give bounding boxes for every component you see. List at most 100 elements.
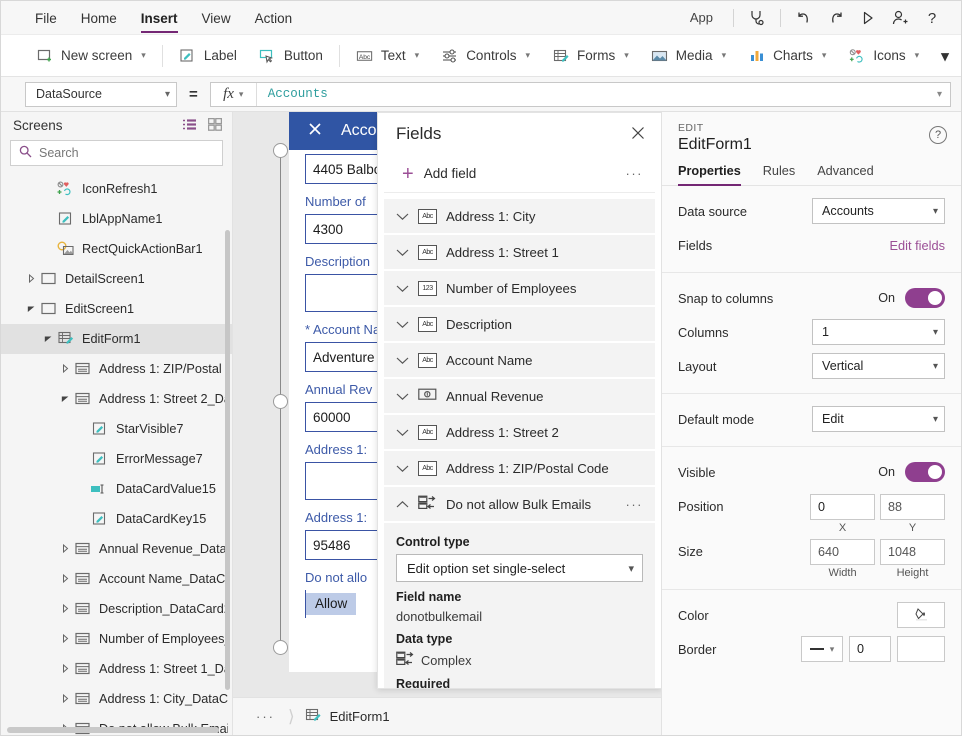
chevron-right-icon[interactable] [24,274,39,284]
tree-node[interactable]: EditScreen1 [1,294,232,324]
selection-handle-bottom[interactable] [273,640,288,655]
field-row[interactable]: Annual Revenue [384,379,655,414]
tree-node[interactable]: LblAppName1 [1,204,232,234]
tree-node[interactable]: DetailScreen1 [1,264,232,294]
border-color-swatch[interactable] [897,636,945,662]
tab-rules[interactable]: Rules [763,164,795,185]
chevron-down-icon[interactable] [24,304,39,313]
formula-expand-icon[interactable]: ▾ [937,89,950,100]
breadcrumb-overflow[interactable]: ··· [243,709,288,724]
add-field-button[interactable]: + Add field ··· [384,156,655,194]
stethoscope-icon[interactable] [742,4,772,32]
ribbon-controls[interactable]: Controls ▾ [430,41,541,71]
selection-handle-top[interactable] [273,143,288,158]
play-icon[interactable] [853,4,883,32]
position-y-input[interactable]: 88 [880,494,945,520]
border-width-input[interactable]: 0 [849,636,891,662]
ribbon-icons[interactable]: Icons ▾ [837,41,930,71]
chevron-right-icon[interactable] [58,364,73,374]
ribbon-media[interactable]: Media ▾ [640,41,737,71]
tree-node[interactable]: DataCardKey15 [1,504,232,534]
selection-handle-middle[interactable] [273,394,288,409]
chevron-up-icon[interactable] [396,497,409,512]
option-value[interactable]: Allow [306,593,357,615]
tree-node[interactable]: Address 1: City_DataCard2 [1,684,232,714]
chevron-down-icon[interactable] [396,209,409,224]
thumbnail-view-icon[interactable] [207,117,223,134]
chevron-down-icon[interactable] [396,353,409,368]
data-source-dropdown[interactable]: Accounts ▾ [812,198,945,224]
chevron-right-icon[interactable] [58,664,73,674]
position-x-input[interactable]: 0 [810,494,875,520]
tree-node[interactable]: Description_DataCard2 [1,594,232,624]
default-mode-dropdown[interactable]: Edit ▾ [812,406,945,432]
app-canvas[interactable]: Accou 4405 Balbo Number of 4300 Description… [233,112,661,735]
tree-node[interactable]: Address 1: Street 1_DataCar [1,654,232,684]
tree-node[interactable]: RectQuickActionBar1 [1,234,232,264]
tree-node[interactable]: IconRefresh1 [1,174,232,204]
field-row[interactable]: Abc Address 1: Street 2 [384,415,655,450]
size-width-input[interactable]: 640 [810,539,875,565]
chevron-right-icon[interactable] [58,604,73,614]
chevron-down-icon[interactable] [396,461,409,476]
tree-node[interactable]: Number of Employees_Data [1,624,232,654]
ribbon-new-screen[interactable]: New screen ▾ [25,41,157,71]
menu-item-home[interactable]: Home [71,5,127,31]
color-picker-button[interactable] [897,602,945,628]
field-row[interactable]: Abc Address 1: Street 1 [384,235,655,270]
chevron-right-icon[interactable] [58,544,73,554]
menu-item-insert[interactable]: Insert [131,5,188,33]
visible-toggle[interactable] [905,462,945,482]
tree-node-list[interactable]: IconRefresh1 LblAppName1 RectQuickActionBa… [1,172,232,735]
menu-item-action[interactable]: Action [245,5,303,31]
close-icon[interactable] [627,122,649,147]
help-icon[interactable]: ? [929,126,947,144]
fields-list[interactable]: Abc Address 1: City Abc Address 1: Street 1… [378,193,661,688]
ribbon-overflow[interactable]: ▾ [930,41,960,71]
formula-input-wrapper[interactable]: fx ▾ Accounts ▾ [209,81,951,107]
tab-properties[interactable]: Properties [678,164,741,186]
ribbon-forms[interactable]: Forms ▾ [541,41,640,71]
tree-node[interactable]: Account Name_DataCard2 [1,564,232,594]
chevron-right-icon[interactable] [58,574,73,584]
tree-view-icon[interactable] [182,118,197,134]
menu-item-view[interactable]: View [192,5,241,31]
field-row[interactable]: Abc Account Name [384,343,655,378]
redo-icon[interactable] [821,4,851,32]
add-user-icon[interactable] [885,4,915,32]
tree-node[interactable]: Address 1: Street 2_DataCar [1,384,232,414]
ribbon-button[interactable]: Button [248,41,334,71]
add-field-overflow-icon[interactable]: ··· [626,166,644,181]
chevron-down-icon[interactable] [396,389,409,404]
search-box[interactable] [10,139,223,166]
menu-item-file[interactable]: File [25,5,67,31]
chevron-down-icon[interactable] [396,245,409,260]
border-style-dropdown[interactable]: ▾ [801,636,843,662]
chevron-right-icon[interactable] [58,634,73,644]
snap-to-columns-toggle[interactable] [905,288,945,308]
fx-button[interactable]: fx ▾ [211,82,257,106]
field-row[interactable]: Abc Description [384,307,655,342]
field-row[interactable]: 123 Number of Employees [384,271,655,306]
tab-advanced[interactable]: Advanced [817,164,873,185]
tree-vertical-scrollbar[interactable] [225,230,230,690]
ribbon-label[interactable]: Label [168,41,248,71]
help-icon[interactable]: ? [917,4,947,32]
field-row[interactable]: Do not allow Bulk Emails ··· [384,487,655,522]
chevron-down-icon[interactable] [396,425,409,440]
chevron-right-icon[interactable] [58,694,73,704]
chevron-down-icon[interactable] [58,394,73,403]
field-row[interactable]: Abc Address 1: ZIP/Postal Code [384,451,655,486]
close-icon[interactable] [307,121,323,142]
edit-fields-link[interactable]: Edit fields [890,238,945,253]
control-type-dropdown[interactable]: Edit option set single-select ▾ [396,554,643,583]
tree-node[interactable]: StarVisible7 [1,414,232,444]
chevron-down-icon[interactable] [396,281,409,296]
property-selector[interactable]: DataSource ▾ [25,81,177,107]
field-row[interactable]: Abc Address 1: City [384,199,655,234]
tree-node[interactable]: Address 1: ZIP/Postal Code_ [1,354,232,384]
size-height-input[interactable]: 1048 [880,539,945,565]
ribbon-charts[interactable]: Charts ▾ [737,41,837,71]
tree-node[interactable]: EditForm1 [1,323,232,354]
undo-icon[interactable] [789,4,819,32]
